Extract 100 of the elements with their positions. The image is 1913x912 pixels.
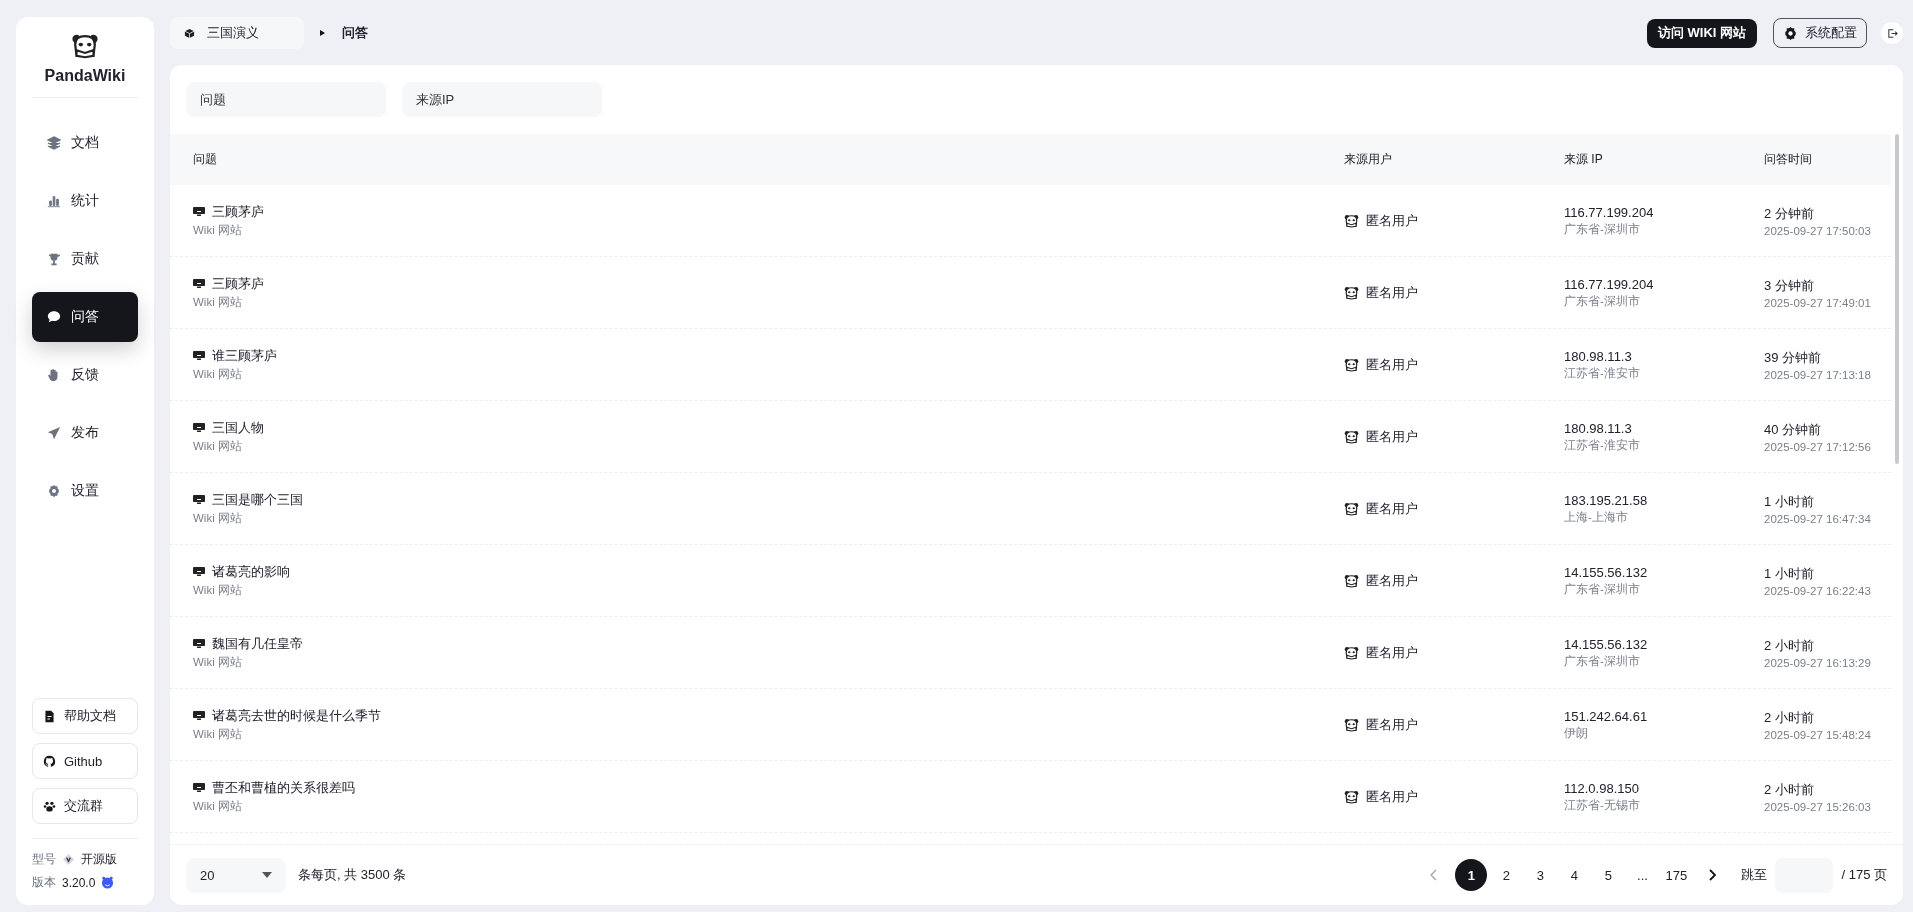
nav-item[interactable]: 设置 <box>32 466 138 516</box>
source-text: Wiki 网站 <box>193 583 243 598</box>
monitor-icon <box>193 423 205 433</box>
monitor-icon <box>193 495 205 505</box>
page-button[interactable]: 2 <box>1491 859 1522 891</box>
column-header: 问答时间 <box>1763 151 1813 168</box>
relative-time: 2 分钟前 <box>1764 204 1815 223</box>
nav-item[interactable]: 贡献 <box>32 234 138 284</box>
user-name: 匿名用户 <box>1366 427 1418 446</box>
scrollbar-thumb[interactable] <box>1895 134 1899 464</box>
ip-address: 14.155.56.132 <box>1564 636 1649 652</box>
timestamp: 2025-09-27 17:49:01 <box>1764 296 1872 309</box>
page-summary: 条每页, 共 3500 条 <box>298 866 407 884</box>
edition-name: 开源版 <box>81 851 117 868</box>
version-label: 版本 <box>32 874 56 891</box>
ip-location: 广东省-深圳市 <box>1564 293 1641 309</box>
timestamp: 2025-09-27 15:48:24 <box>1764 728 1872 741</box>
nav-item[interactable]: 发布 <box>32 408 138 458</box>
question-text: 三顾茅庐 <box>212 275 264 293</box>
panda-icon <box>1344 789 1359 804</box>
panda-icon <box>71 33 99 59</box>
ip-address: 180.98.11.3 <box>1564 348 1633 364</box>
user-name: 匿名用户 <box>1366 571 1418 590</box>
source-text: Wiki 网站 <box>193 727 243 742</box>
nav-item[interactable]: 统计 <box>32 176 138 226</box>
monitor-icon <box>193 279 205 289</box>
settings-icon <box>47 484 61 498</box>
monitor-icon <box>193 783 205 793</box>
user-name: 匿名用户 <box>1366 355 1418 374</box>
system-config-button[interactable]: 系统配置 <box>1773 18 1867 48</box>
user-name: 匿名用户 <box>1366 643 1418 662</box>
panda-icon <box>1344 429 1359 444</box>
source-text: Wiki 网站 <box>193 295 243 310</box>
monitor-icon <box>193 207 205 217</box>
question-text: 三国是哪个三国 <box>212 491 303 509</box>
user-name: 匿名用户 <box>1366 715 1418 734</box>
relative-time: 1 小时前 <box>1764 492 1815 511</box>
total-pages: / 175 页 <box>1841 866 1887 884</box>
page-button[interactable]: 5 <box>1593 859 1624 891</box>
relative-time: 2 小时前 <box>1764 636 1815 655</box>
relative-time: 3 分钟前 <box>1764 276 1815 295</box>
ip-location: 广东省-深圳市 <box>1564 653 1641 669</box>
question-text: 诸葛亮的影响 <box>212 563 290 581</box>
filter-field[interactable]: 问题 <box>186 82 386 117</box>
relative-time: 40 分钟前 <box>1764 420 1823 439</box>
page-button[interactable]: ... <box>1627 859 1658 891</box>
monitor-icon <box>193 567 205 577</box>
page-button[interactable]: 4 <box>1559 859 1590 891</box>
settings-icon <box>1783 25 1798 41</box>
relative-time: 2 小时前 <box>1764 708 1815 727</box>
panda-icon <box>1344 717 1359 732</box>
paper-plane-icon <box>47 426 61 440</box>
timestamp: 2025-09-27 15:26:03 <box>1764 800 1872 813</box>
panda-icon <box>1344 213 1359 228</box>
filter-field[interactable]: 来源IP <box>402 82 602 117</box>
source-text: Wiki 网站 <box>193 439 243 454</box>
ip-location: 伊朗 <box>1564 725 1589 741</box>
source-text: Wiki 网站 <box>193 367 243 382</box>
sidebar-link-button[interactable]: Github <box>32 743 138 779</box>
source-text: Wiki 网站 <box>193 511 243 526</box>
document-icon <box>43 709 56 723</box>
ip-location: 广东省-深圳市 <box>1564 221 1641 237</box>
sidebar-link-button[interactable]: 交流群 <box>32 788 138 824</box>
ip-address: 180.98.11.3 <box>1564 420 1633 436</box>
trophy-icon <box>47 252 61 266</box>
logout-button[interactable] <box>1881 22 1903 44</box>
chevron-left-icon <box>1430 869 1439 881</box>
ip-location: 江苏省-无锡市 <box>1564 797 1641 813</box>
sidebar-link-button[interactable]: 帮助文档 <box>32 698 138 734</box>
page-button[interactable]: 1 <box>1455 859 1488 891</box>
question-text: 曹丕和曹植的关系很差吗 <box>212 779 355 797</box>
monitor-icon <box>193 711 205 721</box>
nav-item[interactable]: 问答 <box>32 292 138 342</box>
column-header: 来源用户 <box>1343 151 1393 168</box>
source-text: Wiki 网站 <box>193 799 243 814</box>
user-name: 匿名用户 <box>1366 283 1418 302</box>
chat-bubble-icon <box>47 310 61 324</box>
monitor-icon <box>193 639 205 649</box>
caret-down-icon <box>262 872 272 878</box>
page-button[interactable]: 175 <box>1661 859 1692 891</box>
source-text: Wiki 网站 <box>193 223 243 238</box>
question-text: 三国人物 <box>212 419 264 437</box>
ip-location: 江苏省-淮安市 <box>1564 437 1641 453</box>
visit-wiki-button[interactable]: 访问 WIKI 网站 <box>1646 18 1757 48</box>
page-size-select[interactable]: 20 <box>186 857 286 893</box>
nav-item[interactable]: 文档 <box>32 118 138 168</box>
ip-address: 116.77.199.204 <box>1564 204 1655 220</box>
logout-icon <box>1886 27 1898 39</box>
column-header: 问题 <box>192 151 218 168</box>
version-number: 3.20.0 <box>62 875 96 890</box>
wiki-selector[interactable]: 三国演义 <box>170 17 304 49</box>
nav-item[interactable]: 反馈 <box>32 350 138 400</box>
ip-address: 183.195.21.58 <box>1564 492 1649 508</box>
layers-icon <box>47 136 61 150</box>
bar-chart-icon <box>47 194 61 208</box>
timestamp: 2025-09-27 16:22:43 <box>1764 584 1872 597</box>
page-button[interactable]: 3 <box>1525 859 1556 891</box>
ip-location: 江苏省-淮安市 <box>1564 365 1641 381</box>
panda-icon <box>1344 645 1359 660</box>
panda-icon <box>1344 357 1359 372</box>
